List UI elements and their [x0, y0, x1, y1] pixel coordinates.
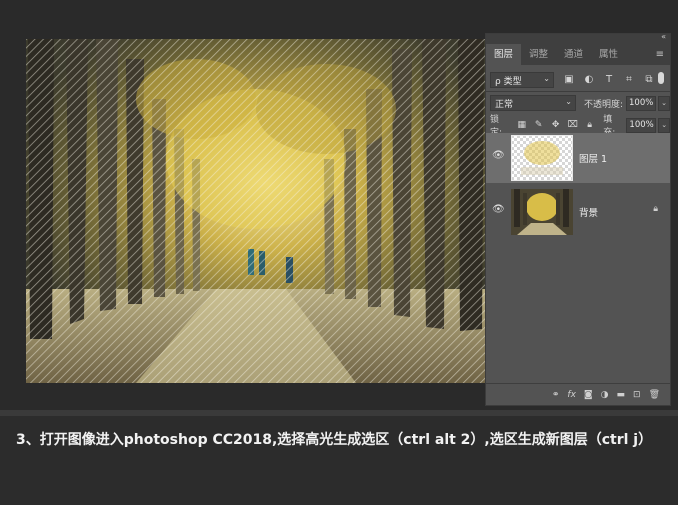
opacity-field[interactable]: 100%: [626, 95, 656, 111]
layers-panel: « 图层 调整 通道 属性 ≡ ρ 类型 ⌄ ▣ ◐ T ⌗ ⧉ 正常 ⌄ 不透…: [485, 32, 671, 406]
image-filter-icon[interactable]: ▣: [562, 73, 576, 87]
panel-header-bar: «: [486, 32, 670, 44]
lock-icon: 🔒︎: [653, 204, 658, 214]
panel-menu-icon[interactable]: ≡: [656, 49, 664, 60]
new-layer-icon[interactable]: ⊡: [633, 390, 641, 400]
blend-mode-dropdown[interactable]: 正常 ⌄: [490, 95, 576, 111]
layer-row-background[interactable]: 👁︎ 背景 🔒︎: [486, 187, 670, 237]
shape-filter-icon[interactable]: ⌗: [622, 73, 636, 87]
kind-label: ρ 类型: [495, 76, 522, 87]
tab-channels[interactable]: 通道: [556, 44, 591, 65]
adjustment-filter-icon[interactable]: ◐: [582, 73, 596, 87]
layer-name[interactable]: 图层 1: [579, 151, 607, 165]
panel-bottom-bar: ⚭ fx ◙ ◑ ▬ ⊡ 🗑︎: [486, 383, 670, 405]
eye-icon[interactable]: 👁︎: [492, 151, 505, 161]
filter-row: ρ 类型 ⌄ ▣ ◐ T ⌗ ⧉: [486, 69, 670, 91]
lock-image-icon[interactable]: ✎: [533, 120, 544, 130]
chevron-down-icon: ⌄: [543, 74, 550, 83]
trash-icon[interactable]: 🗑︎: [649, 390, 660, 400]
adjustment-icon[interactable]: ◑: [601, 390, 609, 400]
layer-row-layer1[interactable]: 👁︎ 图层 1: [486, 133, 670, 183]
opacity-label: 不透明度:: [583, 99, 624, 110]
workspace: « 图层 调整 通道 属性 ≡ ρ 类型 ⌄ ▣ ◐ T ⌗ ⧉ 正常 ⌄ 不透…: [0, 0, 678, 410]
tab-layers[interactable]: 图层: [486, 44, 522, 65]
double-chevron-icon[interactable]: «: [661, 32, 666, 41]
chevron-down-icon: ⌄: [565, 97, 572, 106]
folder-icon[interactable]: ▬: [617, 390, 626, 400]
fx-icon[interactable]: fx: [567, 390, 576, 400]
layer1-thumbnail: [511, 135, 573, 181]
caption-area: 3、打开图像进入photoshop CC2018,选择高光生成选区（ctrl a…: [0, 416, 678, 505]
layer-name[interactable]: 背景: [579, 205, 598, 219]
lock-position-icon[interactable]: ✥: [550, 120, 561, 130]
filter-toggle-switch[interactable]: [658, 72, 664, 84]
forest-photo: [26, 39, 487, 383]
opacity-slider-button[interactable]: ⌄: [658, 95, 670, 111]
fill-field[interactable]: 100%: [626, 117, 657, 133]
mask-icon[interactable]: ◙: [584, 390, 593, 400]
smartobject-filter-icon[interactable]: ⧉: [642, 73, 656, 87]
blend-row: 正常 ⌄ 不透明度: 100% ⌄: [486, 92, 670, 114]
step-caption: 3、打开图像进入photoshop CC2018,选择高光生成选区（ctrl a…: [16, 432, 653, 448]
layers-list: 👁︎ 图层 1 👁︎ 背景 🔒︎: [486, 133, 670, 373]
link-icon[interactable]: ⚭: [552, 390, 560, 400]
lock-transparent-icon[interactable]: ▦: [516, 120, 527, 130]
layer-kind-dropdown[interactable]: ρ 类型 ⌄: [490, 72, 554, 88]
tab-adjustments[interactable]: 调整: [521, 44, 556, 65]
lock-artboard-icon[interactable]: ⌧: [567, 120, 578, 130]
lock-all-icon[interactable]: 🔒︎: [584, 120, 595, 130]
fill-slider-button[interactable]: ⌄: [658, 117, 670, 133]
blend-mode-value: 正常: [495, 99, 514, 110]
document-canvas[interactable]: [26, 39, 487, 383]
panel-tabs: 图层 调整 通道 属性 ≡: [486, 44, 670, 65]
tab-properties[interactable]: 属性: [591, 44, 626, 65]
eye-icon[interactable]: 👁︎: [492, 205, 505, 215]
background-thumbnail: [511, 189, 573, 235]
type-filter-icon[interactable]: T: [602, 73, 616, 87]
